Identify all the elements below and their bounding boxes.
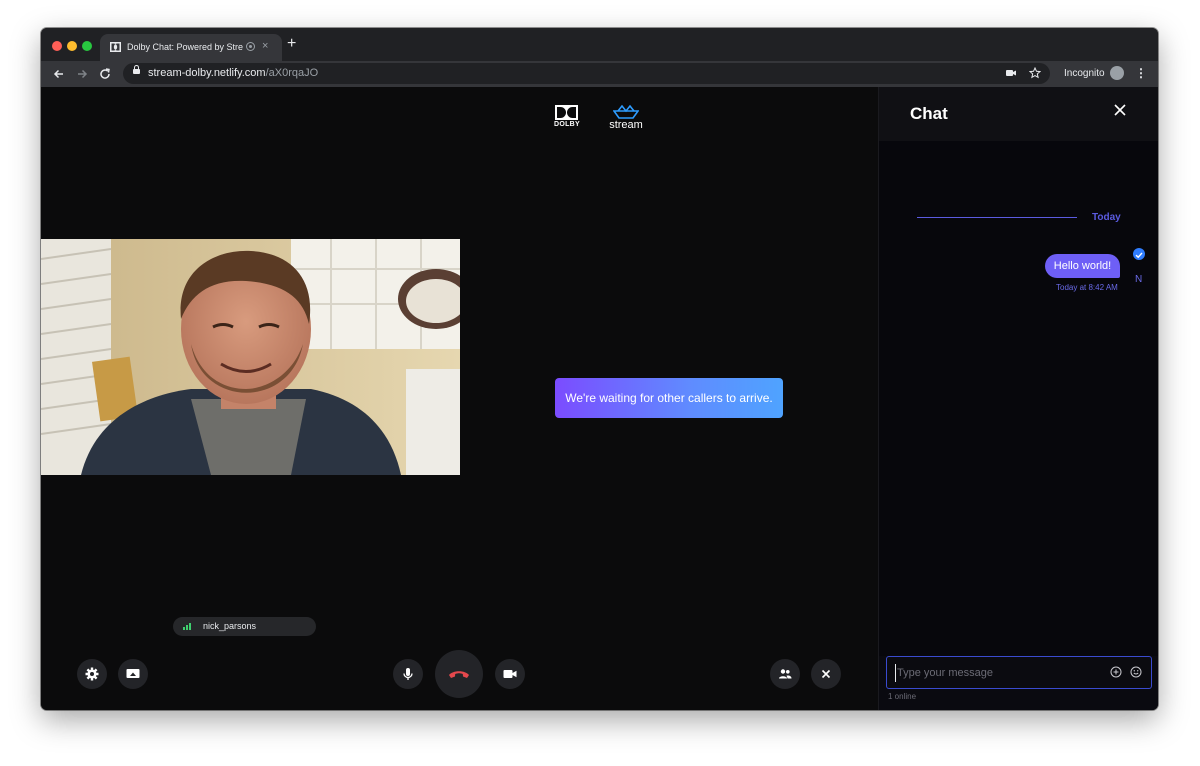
date-separator-label: Today	[1092, 212, 1121, 223]
dolby-logo-icon	[555, 105, 578, 120]
stream-boat-icon	[613, 104, 639, 119]
dolby-favicon-icon	[110, 42, 121, 52]
message-input[interactable]	[895, 664, 1099, 682]
dolby-label: DOLBY	[554, 121, 580, 128]
stream-label: stream	[609, 119, 643, 131]
attach-plus-icon[interactable]	[1110, 666, 1122, 678]
dolby-logo: DOLBY	[552, 105, 582, 131]
browser-toolbar: stream-dolby.netlify.com/aX0rqaJO Incogn…	[41, 61, 1158, 87]
people-icon	[779, 669, 792, 679]
url-text: stream-dolby.netlify.com/aX0rqaJO	[148, 67, 319, 79]
close-window-button[interactable]	[52, 41, 62, 51]
camera-in-use-icon[interactable]	[1005, 67, 1017, 79]
screen-share-button[interactable]	[118, 659, 148, 689]
phone-hangup-icon	[449, 671, 469, 678]
chat-panel: Chat Today Hello world! Today at 8:42 AM…	[878, 87, 1158, 710]
participant-name-tag: nick_parsons	[173, 617, 316, 636]
message-timestamp: Today at 8:42 AM	[1056, 283, 1118, 292]
tab-title: Dolby Chat: Powered by Stre	[127, 42, 244, 52]
chat-title: Chat	[910, 104, 948, 123]
gear-icon	[85, 667, 99, 681]
hang-up-button[interactable]	[435, 650, 483, 698]
screen-share-icon	[126, 669, 140, 678]
new-tab-button[interactable]: +	[287, 36, 296, 52]
browser-tab[interactable]: Dolby Chat: Powered by Stre ×	[100, 34, 282, 61]
stream-logo: stream	[606, 104, 646, 132]
forward-arrow-icon[interactable]	[74, 66, 90, 82]
camera-button[interactable]	[495, 659, 525, 689]
call-view: DOLBY stream We're waiting for other cal…	[41, 87, 1158, 710]
bookmark-star-icon[interactable]	[1029, 67, 1041, 79]
minimize-window-button[interactable]	[67, 41, 77, 51]
settings-button[interactable]	[77, 659, 107, 689]
read-receipt-check-icon	[1133, 248, 1145, 260]
lock-icon	[133, 65, 140, 74]
video-camera-icon	[503, 670, 517, 678]
close-chat-toggle-button[interactable]	[811, 659, 841, 689]
incognito-label: Incognito	[1064, 68, 1105, 79]
signal-strength-icon	[183, 623, 193, 630]
waiting-message: We're waiting for other callers to arriv…	[555, 378, 783, 418]
local-video-feed	[41, 239, 460, 475]
microphone-button[interactable]	[393, 659, 423, 689]
maximize-window-button[interactable]	[82, 41, 92, 51]
participant-name: nick_parsons	[203, 621, 257, 631]
incognito-icon[interactable]	[1110, 66, 1124, 80]
reload-icon[interactable]	[97, 66, 113, 82]
message-list: Today Hello world! Today at 8:42 AM N	[879, 141, 1158, 656]
message-bubble[interactable]: Hello world!	[1045, 254, 1120, 278]
emoji-icon[interactable]	[1130, 666, 1142, 678]
chat-header: Chat	[879, 87, 1158, 141]
webcam-image	[41, 239, 460, 475]
back-arrow-icon[interactable]	[51, 66, 67, 82]
date-separator-line	[917, 217, 1077, 218]
recording-indicator-icon	[246, 42, 255, 51]
chat-close-icon[interactable]	[1113, 103, 1127, 117]
message-input-box[interactable]	[886, 656, 1152, 689]
browser-window: Dolby Chat: Powered by Stre × + stream-d…	[41, 28, 1158, 710]
online-status: 1 online	[888, 692, 917, 701]
tab-close-button[interactable]: ×	[262, 39, 268, 53]
tab-strip: Dolby Chat: Powered by Stre × +	[41, 28, 1158, 61]
close-icon	[821, 669, 831, 679]
address-bar[interactable]: stream-dolby.netlify.com/aX0rqaJO	[123, 63, 1050, 84]
microphone-icon	[403, 668, 413, 680]
avatar: N	[1135, 274, 1143, 285]
participants-button[interactable]	[770, 659, 800, 689]
browser-menu-button[interactable]: ⋮	[1135, 65, 1147, 81]
